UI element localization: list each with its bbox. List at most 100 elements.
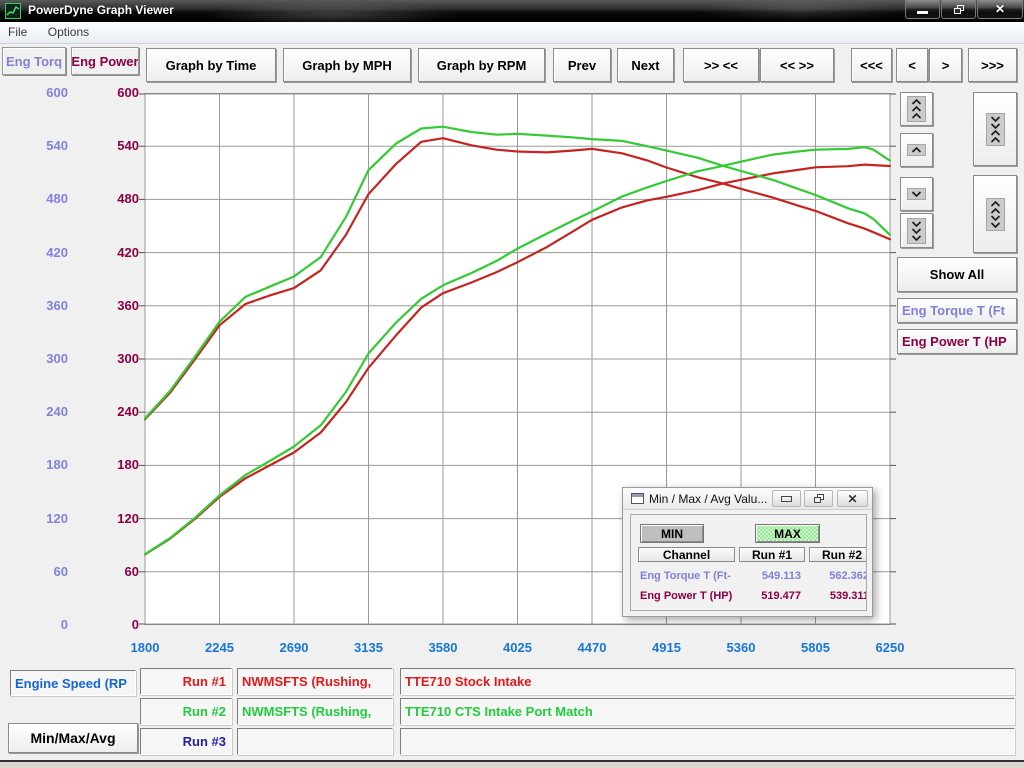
torque-tick-label: 600 xyxy=(2,85,68,101)
scale-down-button[interactable] xyxy=(900,177,933,211)
collapse-y-range-button[interactable] xyxy=(973,92,1017,166)
expand-y-range-icon xyxy=(986,198,1005,231)
torque-tick-label: 60 xyxy=(2,564,68,580)
power-tick-label: 240 xyxy=(73,404,139,420)
scroll-left-fast-button[interactable]: <<< xyxy=(851,48,892,82)
x-tick-label: 5360 xyxy=(709,640,773,656)
max-label: MAX xyxy=(774,527,801,541)
scroll-right-fast-button[interactable]: >>> xyxy=(968,48,1017,82)
power-tick-label: 600 xyxy=(73,85,139,101)
max-toggle-button[interactable]: MAX xyxy=(755,524,820,543)
x-tick-label: 1800 xyxy=(113,640,177,656)
run-description-field xyxy=(400,728,1015,755)
minmax-run1-value: 549.113 xyxy=(741,570,801,582)
graph-by-mph-button[interactable]: Graph by MPH xyxy=(283,48,411,82)
minmax-window-icon xyxy=(631,493,644,504)
menu-bar: File Options xyxy=(0,22,1024,44)
x-tick-label: 5805 xyxy=(784,640,848,656)
minmax-minimize-icon xyxy=(781,496,792,502)
x-tick-label: 2690 xyxy=(262,640,326,656)
power-tick-label: 420 xyxy=(73,245,139,261)
scroll-left-button[interactable]: < xyxy=(896,48,928,82)
graph-by-time-button[interactable]: Graph by Time xyxy=(146,48,276,82)
minimize-icon xyxy=(917,11,928,14)
run-description-field: TTE710 Stock Intake xyxy=(400,668,1015,695)
legend-field-power: Eng Power T (HP xyxy=(897,329,1017,354)
run-operator-field xyxy=(237,728,393,755)
minmax-minimize-button[interactable] xyxy=(772,490,801,507)
power-tick-label: 0 xyxy=(73,617,139,633)
zoom-in-x-button[interactable]: >> << xyxy=(683,48,759,82)
minmax-window: Min / Max / Avg Valu... ✕ MIN MAX Channe… xyxy=(622,487,873,617)
scale-down-icon xyxy=(907,188,926,200)
x-axis-channel-field: Engine Speed (RP xyxy=(10,670,136,696)
torque-tick-label: 360 xyxy=(2,298,68,314)
x-tick-label: 4025 xyxy=(486,640,550,656)
zoom-out-x-button[interactable]: << >> xyxy=(760,48,834,82)
x-tick-label: 3135 xyxy=(337,640,401,656)
minmax-run1-value: 519.477 xyxy=(741,590,801,602)
minmax-channel-label: Eng Power T (HP) xyxy=(640,590,752,602)
tab-eng-torque[interactable]: Eng Torq xyxy=(2,47,66,75)
minmax-titlebar[interactable]: Min / Max / Avg Valu... ✕ xyxy=(623,488,872,510)
minmax-restore-icon xyxy=(814,494,824,503)
legend-field-torque: Eng Torque T (Ft xyxy=(897,298,1017,323)
run-description-field: TTE710 CTS Intake Port Match xyxy=(400,698,1015,725)
x-tick-label: 4915 xyxy=(635,640,699,656)
power-tick-label: 540 xyxy=(73,138,139,154)
power-tick-label: 180 xyxy=(73,457,139,473)
show-all-label: Show All xyxy=(930,267,984,282)
column-header-run2[interactable]: Run #2 xyxy=(809,547,867,562)
run-label-field: Run #2 xyxy=(140,698,232,725)
scroll-right-button[interactable]: > xyxy=(929,48,962,82)
scale-up-fast-button[interactable] xyxy=(900,92,933,126)
run-label-field: Run #3 xyxy=(140,728,232,755)
min-toggle-button[interactable]: MIN xyxy=(640,524,704,543)
menu-item-options[interactable]: Options xyxy=(40,22,97,43)
column-header-run1[interactable]: Run #1 xyxy=(739,547,805,562)
prev-button[interactable]: Prev xyxy=(553,48,611,82)
x-tick-label: 3580 xyxy=(411,640,475,656)
scale-up-fast-icon xyxy=(907,96,926,122)
run-operator-field: NWMSFTS (Rushing, xyxy=(237,668,393,695)
power-tick-label: 360 xyxy=(73,298,139,314)
minmax-avg-label: Min/Max/Avg xyxy=(30,730,115,746)
scale-down-fast-button[interactable] xyxy=(900,213,933,248)
power-tick-label: 60 xyxy=(73,564,139,580)
tab-eng-power[interactable]: Eng Power xyxy=(71,47,139,75)
run-label-field: Run #1 xyxy=(140,668,232,695)
app-icon xyxy=(5,3,21,19)
window-title: PowerDyne Graph Viewer xyxy=(28,3,174,17)
minmax-window-title: Min / Max / Avg Valu... xyxy=(649,492,767,506)
minmax-restore-button[interactable] xyxy=(804,490,833,507)
torque-tick-label: 180 xyxy=(2,457,68,473)
close-button[interactable]: ✕ xyxy=(977,0,1023,19)
maximize-button[interactable] xyxy=(941,0,976,19)
next-button[interactable]: Next xyxy=(617,48,674,82)
x-tick-label: 2245 xyxy=(188,640,252,656)
torque-tick-label: 480 xyxy=(2,191,68,207)
powerdyne-window: PowerDyne Graph Viewer ✕ File Options En… xyxy=(0,0,1024,768)
expand-y-range-button[interactable] xyxy=(973,175,1017,253)
graph-by-rpm-button[interactable]: Graph by RPM xyxy=(418,48,545,82)
collapse-y-range-icon xyxy=(986,113,1005,146)
torque-tick-label: 0 xyxy=(2,617,68,633)
legend-torque-label: Eng Torque T (Ft xyxy=(902,303,1005,318)
power-tick-label: 120 xyxy=(73,511,139,527)
window-frame-fill xyxy=(0,762,1024,768)
torque-tick-label: 120 xyxy=(2,511,68,527)
show-all-button[interactable]: Show All xyxy=(897,257,1017,292)
menu-item-file[interactable]: File xyxy=(0,22,35,43)
torque-tick-label: 300 xyxy=(2,351,68,367)
minmax-close-button[interactable]: ✕ xyxy=(837,490,868,507)
minmax-avg-button[interactable]: Min/Max/Avg xyxy=(8,723,138,753)
torque-tick-label: 240 xyxy=(2,404,68,420)
minmax-run2-value: 539.311 xyxy=(809,590,867,602)
column-header-channel[interactable]: Channel xyxy=(638,547,735,562)
minmax-run2-value: 562.362 xyxy=(809,570,867,582)
scale-up-button[interactable] xyxy=(900,133,933,167)
scale-down-fast-icon xyxy=(907,218,926,244)
minimize-button[interactable] xyxy=(905,0,940,19)
title-bar: PowerDyne Graph Viewer ✕ xyxy=(0,0,1024,22)
x-axis-channel-label: Engine Speed (RP xyxy=(15,676,127,691)
